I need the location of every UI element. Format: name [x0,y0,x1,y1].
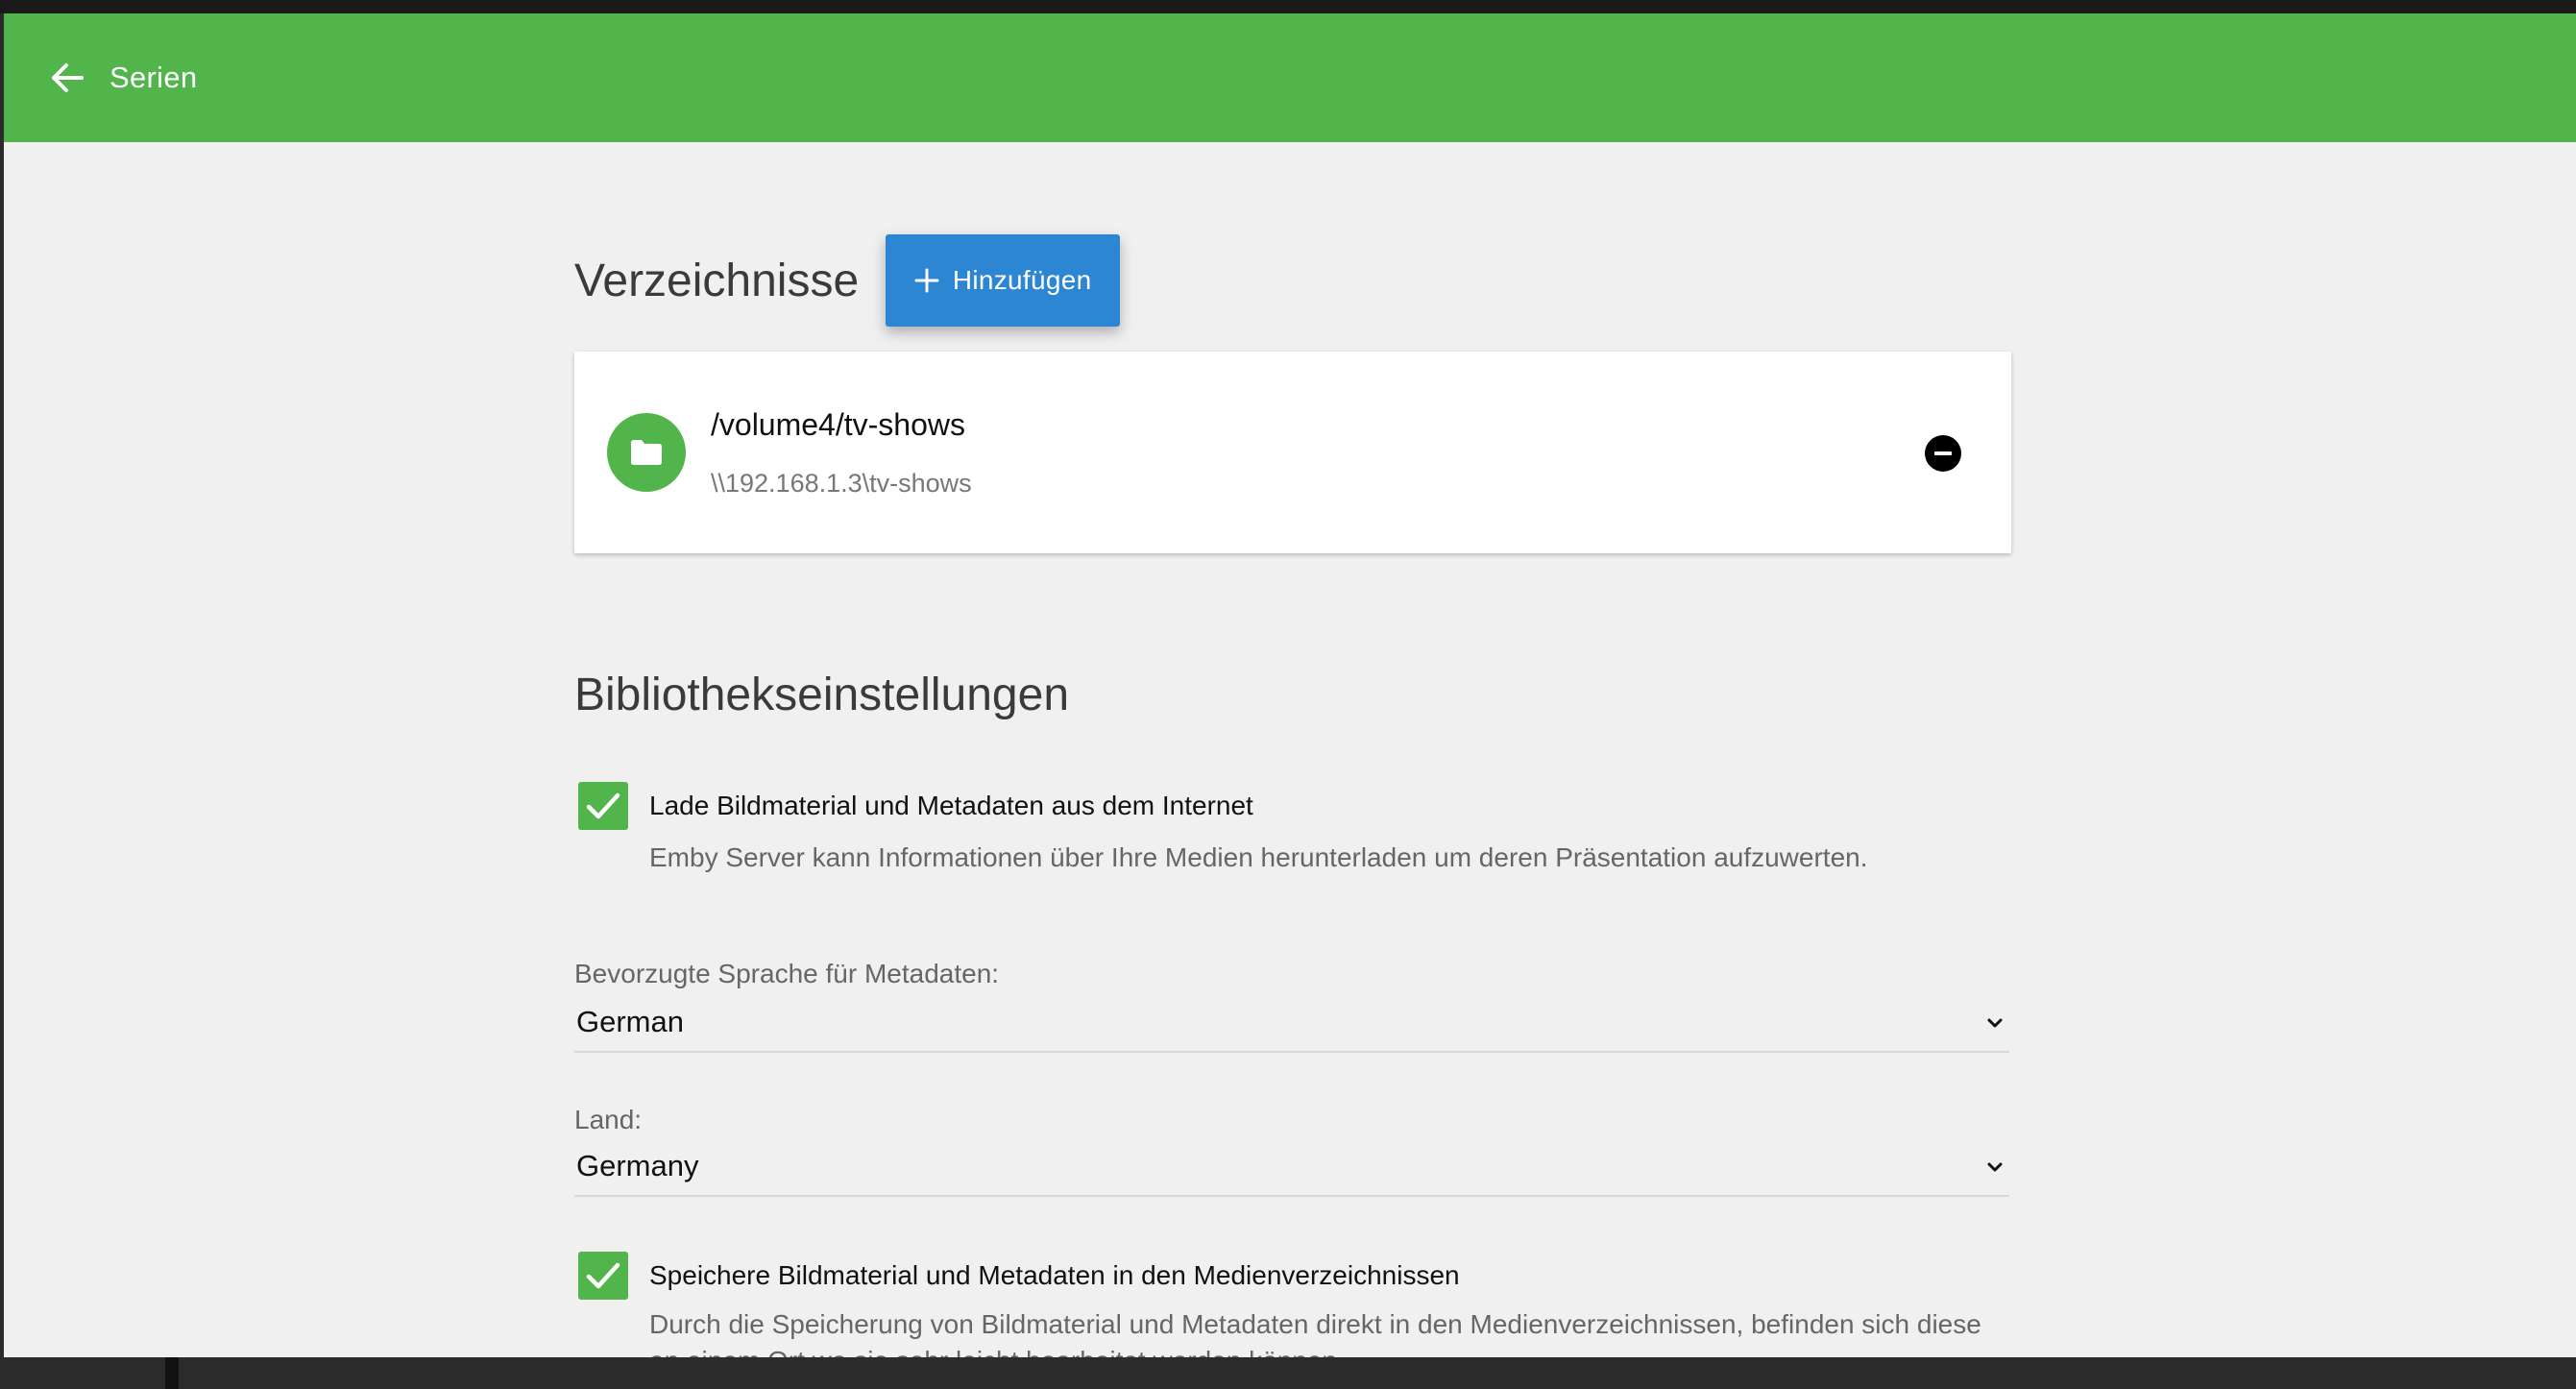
folder-list-item[interactable]: /volume4/tv-shows \\192.168.1.3\tv-shows [574,352,2011,553]
checkmark-icon [586,1262,620,1289]
remove-folder-button[interactable] [1925,435,1961,472]
download-metadata-checkbox[interactable] [578,782,628,830]
save-local-metadata-description: Durch die Speicherung von Bildmaterial u… [649,1309,1981,1357]
metadata-language-select[interactable]: German [574,1005,2009,1053]
folder-icon [631,440,662,465]
country-value: Germany [576,1149,699,1182]
country-label: Land: [574,1105,643,1134]
app-window: Serien Verzeichnisse Hinzufügen /volume4… [4,13,2576,1357]
download-metadata-label[interactable]: Lade Bildmaterial und Metadaten aus dem … [649,791,1253,821]
folders-title: Verzeichnisse [574,255,860,306]
folder-path: /volume4/tv-shows [711,407,965,442]
folder-avatar [607,413,686,492]
back-button[interactable] [38,49,96,107]
library-settings-title: Bibliothekseinstellungen [574,670,1070,720]
chevron-down-icon [1987,1018,2003,1028]
add-folder-button[interactable]: Hinzufügen [886,234,1121,327]
plus-icon [914,268,939,293]
background-window-edge [165,1357,179,1389]
download-metadata-description: Emby Server kann Informationen über Ihre… [649,842,1868,872]
country-select[interactable]: Germany [574,1149,2009,1197]
folders-header: Verzeichnisse Hinzufügen [574,234,1121,327]
add-folder-label: Hinzufügen [952,265,1092,295]
app-bar: Serien [4,13,2576,142]
save-local-metadata-checkbox[interactable] [578,1252,628,1300]
page-title: Serien [109,61,198,94]
folder-network-path: \\192.168.1.3\tv-shows [711,469,972,498]
save-local-metadata-label[interactable]: Speichere Bildmaterial und Metadaten in … [649,1260,1460,1291]
window-top-border [0,0,2576,13]
metadata-language-label: Bevorzugte Sprache für Metadaten: [574,959,1000,988]
arrow-left-icon [52,63,84,92]
chevron-down-icon [1987,1162,2003,1172]
metadata-language-value: German [576,1005,684,1038]
checkmark-icon [586,792,620,819]
